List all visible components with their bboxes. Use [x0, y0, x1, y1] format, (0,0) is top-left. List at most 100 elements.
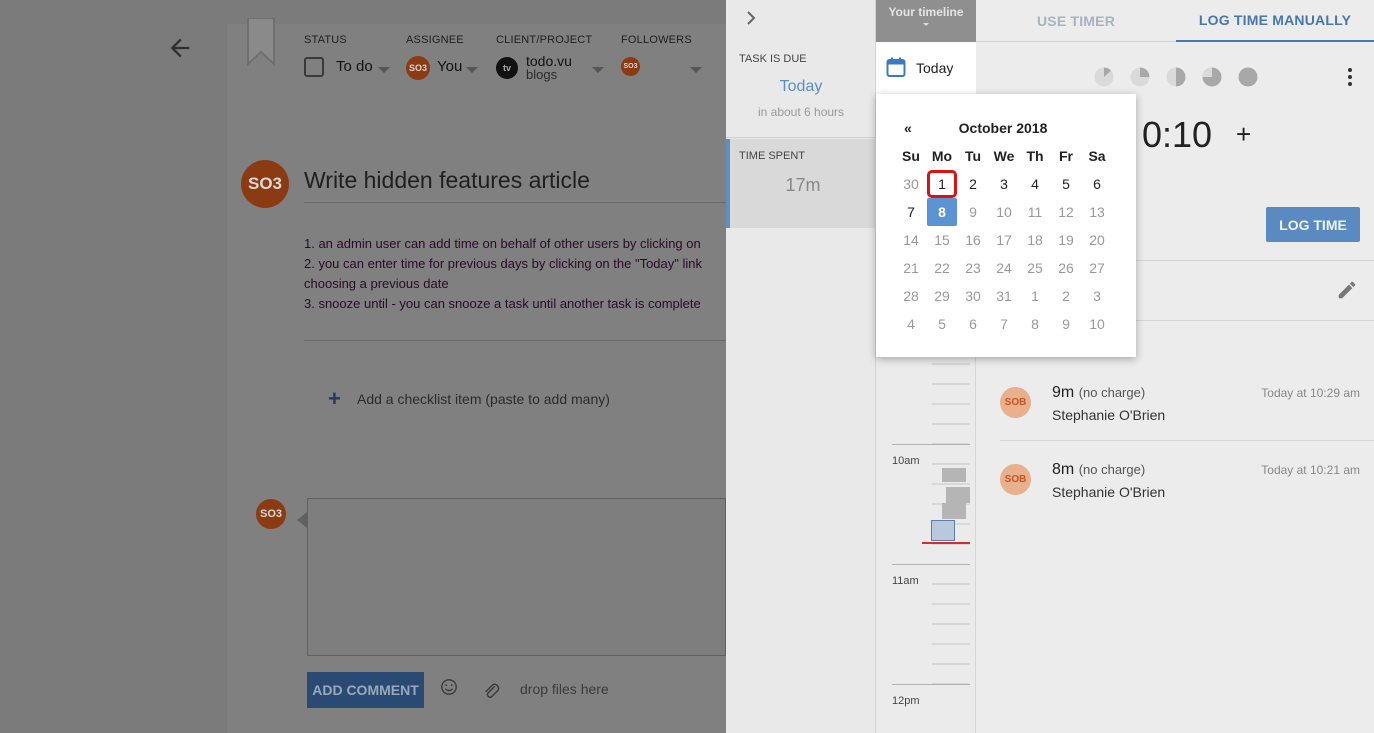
- calendar-day[interactable]: 26: [1051, 254, 1081, 282]
- month-title[interactable]: October 2018: [876, 120, 1130, 136]
- calendar-day[interactable]: 31: [989, 282, 1019, 310]
- calendar-day[interactable]: 16: [958, 226, 988, 254]
- calendar-day[interactable]: 10: [1082, 310, 1112, 338]
- calendar-day[interactable]: 4: [896, 310, 926, 338]
- calendar-day[interactable]: 5: [1051, 170, 1081, 198]
- calendar-day[interactable]: 30: [958, 282, 988, 310]
- tab-log-time-manually[interactable]: LOG TIME MANUALLY: [1176, 0, 1374, 42]
- timeline-entry-block[interactable]: [942, 468, 966, 482]
- back-arrow-icon[interactable]: [166, 34, 194, 62]
- weekday-header: We: [993, 148, 1015, 164]
- followers-dropdown-icon[interactable]: [690, 67, 702, 73]
- task-page: STATUS To do ASSIGNEE SO3 You CLIENT/PRO…: [0, 0, 726, 733]
- calendar-day[interactable]: 5: [927, 310, 957, 338]
- calendar-day[interactable]: 25: [1020, 254, 1050, 282]
- increase-duration-button[interactable]: +: [1236, 120, 1251, 148]
- chevron-right-icon[interactable]: [744, 10, 758, 26]
- calendar-day[interactable]: 15: [927, 226, 957, 254]
- today-label: Today: [916, 60, 954, 76]
- hour-line: [892, 564, 970, 565]
- today-date-button[interactable]: Today: [876, 42, 976, 94]
- calendar-day[interactable]: 13: [1082, 198, 1112, 226]
- calendar-day[interactable]: 20: [1082, 226, 1112, 254]
- tab-use-timer[interactable]: USE TIMER: [976, 0, 1176, 42]
- status-dropdown-icon[interactable]: [378, 67, 390, 73]
- status-label: STATUS: [304, 34, 347, 46]
- entry-charge: (no charge): [1078, 385, 1146, 400]
- calendar-day[interactable]: 30: [896, 170, 926, 198]
- assignee-value[interactable]: You: [437, 58, 462, 75]
- calendar-day[interactable]: 28: [896, 282, 926, 310]
- half-hour-icon[interactable]: [1130, 67, 1150, 87]
- calendar-day[interactable]: 3: [989, 170, 1019, 198]
- calendar-day[interactable]: 6: [1082, 170, 1112, 198]
- add-comment-button[interactable]: ADD COMMENT: [307, 672, 424, 708]
- calendar-day[interactable]: 19: [1051, 226, 1081, 254]
- due-value[interactable]: Today: [726, 78, 876, 96]
- calendar-day[interactable]: 14: [896, 226, 926, 254]
- calendar-day[interactable]: 12: [1051, 198, 1081, 226]
- add-checklist-item[interactable]: Add a checklist item (paste to add many): [357, 391, 610, 407]
- hour-icon[interactable]: [1202, 67, 1222, 87]
- timeline-entry-block[interactable]: [942, 503, 966, 519]
- your-timeline-tab[interactable]: Your timeline: [876, 0, 976, 42]
- calendar-day[interactable]: 9: [1051, 310, 1081, 338]
- calendar-day[interactable]: 8: [927, 198, 957, 226]
- time-spent-block[interactable]: TIME SPENT 17m: [726, 139, 876, 228]
- entry-timestamp: Today at 10:29 am: [1261, 386, 1360, 400]
- comment-input[interactable]: [307, 498, 726, 656]
- full-circle-icon[interactable]: [1238, 67, 1258, 87]
- title-avatar: SO3: [241, 160, 289, 208]
- calendar-day[interactable]: 22: [927, 254, 957, 282]
- status-value[interactable]: To do: [336, 58, 373, 75]
- add-checklist-icon[interactable]: +: [328, 388, 341, 410]
- time-entry[interactable]: SOB 8m (no charge) Stephanie O'Brien Tod…: [976, 441, 1374, 518]
- timeline-entry-block[interactable]: [946, 487, 970, 503]
- calendar-day[interactable]: 1: [927, 170, 957, 198]
- calendar-day[interactable]: 17: [989, 226, 1019, 254]
- assignee-dropdown-icon[interactable]: [466, 67, 478, 73]
- bookmark-icon[interactable]: [246, 18, 276, 66]
- description-line: choosing a previous date: [304, 276, 449, 291]
- calendar-day[interactable]: 9: [958, 198, 988, 226]
- project-name[interactable]: blogs: [526, 67, 557, 82]
- emoji-icon[interactable]: [440, 678, 458, 696]
- calendar-day[interactable]: 4: [1020, 170, 1050, 198]
- client-dropdown-icon[interactable]: [592, 67, 604, 73]
- calendar-day[interactable]: 1: [1020, 282, 1050, 310]
- calendar-day[interactable]: 6: [958, 310, 988, 338]
- task-title[interactable]: Write hidden features article: [304, 167, 590, 194]
- calendar-day[interactable]: 27: [1082, 254, 1112, 282]
- pencil-icon[interactable]: [1336, 279, 1358, 301]
- weekday-header: Th: [1026, 148, 1044, 164]
- calendar-day[interactable]: 23: [958, 254, 988, 282]
- comment-avatar: SO3: [256, 499, 286, 529]
- calendar-day[interactable]: 2: [1051, 282, 1081, 310]
- status-checkbox[interactable]: [304, 57, 324, 77]
- calendar-day[interactable]: 11: [1020, 198, 1050, 226]
- entry-timestamp: Today at 10:21 am: [1261, 463, 1360, 477]
- calendar-day[interactable]: 2: [958, 170, 988, 198]
- quarter-hour-icon[interactable]: [1094, 67, 1114, 87]
- more-options-icon[interactable]: [1346, 67, 1354, 87]
- calendar-day[interactable]: 10: [989, 198, 1019, 226]
- log-time-button[interactable]: LOG TIME: [1266, 207, 1360, 242]
- calendar-day[interactable]: 7: [989, 310, 1019, 338]
- calendar-day[interactable]: 18: [1020, 226, 1050, 254]
- time-entry[interactable]: SOB 9m (no charge) Stephanie O'Brien Tod…: [976, 364, 1374, 441]
- timeline-current-block[interactable]: [931, 520, 955, 541]
- task-description[interactable]: 1. an admin user can add time on behalf …: [304, 234, 726, 314]
- entry-duration: 9m (no charge): [1052, 384, 1145, 402]
- calendar-day[interactable]: 24: [989, 254, 1019, 282]
- calendar-day[interactable]: 21: [896, 254, 926, 282]
- timeline-caret-icon: [923, 23, 929, 26]
- attachment-icon[interactable]: [482, 681, 500, 701]
- calendar-icon: [886, 57, 906, 77]
- calendar-day[interactable]: 29: [927, 282, 957, 310]
- calendar-day[interactable]: 8: [1020, 310, 1050, 338]
- duration-display[interactable]: 0:10: [1142, 114, 1212, 156]
- three-quarter-hour-icon[interactable]: [1166, 67, 1186, 87]
- calendar-day[interactable]: 3: [1082, 282, 1112, 310]
- calendar-day[interactable]: 7: [896, 198, 926, 226]
- entry-user: Stephanie O'Brien: [1052, 484, 1166, 500]
